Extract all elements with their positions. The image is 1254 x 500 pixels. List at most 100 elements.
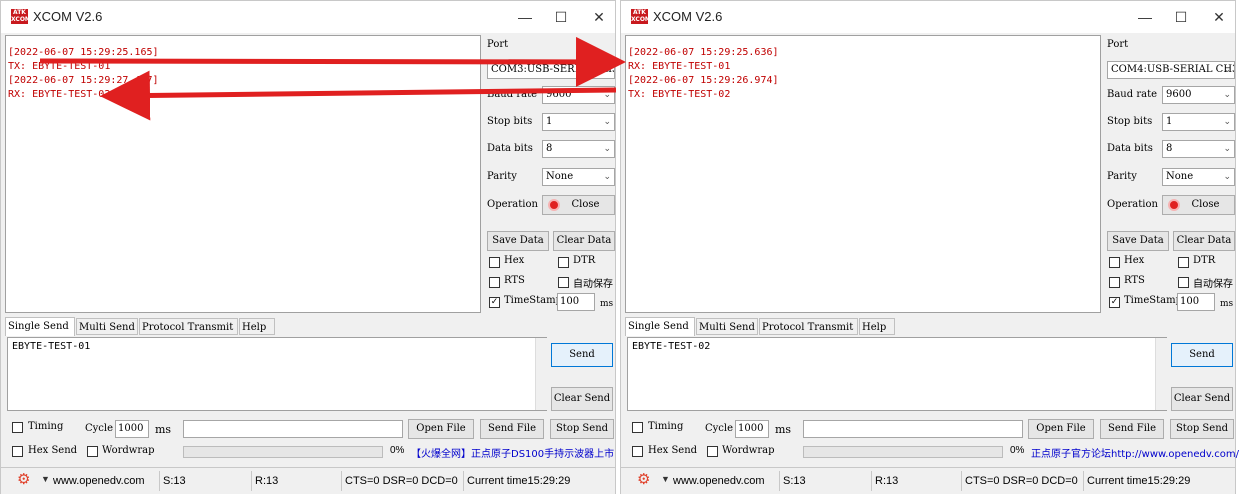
hex-checkbox[interactable] — [489, 257, 500, 268]
minimize-icon[interactable]: — — [511, 7, 539, 27]
dtr-checkbox[interactable] — [1178, 257, 1189, 268]
title-bar: ATK XCOM XCOM V2.6 — ☐ ✕ — [621, 1, 1235, 33]
hex-checkbox[interactable] — [1109, 257, 1120, 268]
promo-link[interactable]: 正点原子官方论坛http://www.openedv.com/ — [1031, 445, 1239, 460]
port-select[interactable]: COM3:USB-SERIAL CH340⌄ — [487, 61, 615, 79]
data-bits-select[interactable]: 8 ⌄ — [1162, 140, 1235, 158]
wordwrap-checkbox[interactable] — [87, 446, 98, 457]
baud-select[interactable]: 9600 ⌄ — [1162, 86, 1235, 104]
stop-send-button[interactable]: Stop Send — [550, 419, 614, 439]
status-website[interactable]: www.openedv.com — [49, 471, 160, 491]
baud-select[interactable]: 9600 ⌄ — [542, 86, 615, 104]
tab-help[interactable]: Help — [239, 318, 275, 335]
open-file-button[interactable]: Open File — [1028, 419, 1094, 439]
receive-area[interactable]: [2022-06-07 15:29:25.636] RX: EBYTE-TEST-… — [625, 35, 1101, 313]
receive-area[interactable]: [2022-06-07 15:29:25.165] TX: EBYTE-TEST-… — [5, 35, 481, 313]
tab-protocol-transmit[interactable]: Protocol Transmit — [139, 318, 238, 335]
cycle-input[interactable]: 1000 — [735, 420, 769, 438]
parity-select[interactable]: None ⌄ — [542, 168, 615, 186]
timing-checkbox[interactable] — [12, 422, 23, 433]
clear-send-button[interactable]: Clear Send — [551, 387, 613, 411]
send-input[interactable]: EBYTE-TEST-01 — [7, 337, 547, 411]
chevron-down-icon: ⌄ — [603, 90, 611, 100]
send-file-button[interactable]: Send File — [1100, 419, 1164, 439]
chevron-down-icon: ⌄ — [603, 65, 611, 75]
status-current-time: Current time15:29:29 — [467, 475, 571, 487]
dtr-label: DTR — [1193, 255, 1216, 266]
settings-panel: Port COM3:USB-SERIAL CH340⌄ Baud rate 96… — [487, 35, 615, 315]
rts-checkbox[interactable] — [1109, 277, 1120, 288]
data-bits-label: Data bits — [487, 143, 533, 154]
timestamp-input[interactable]: 100 — [1177, 293, 1215, 311]
gear-icon[interactable]: ⚙ — [17, 472, 33, 488]
stop-send-button[interactable]: Stop Send — [1170, 419, 1234, 439]
autosave-label: 自动保存 — [1193, 279, 1233, 290]
timestamp-input[interactable]: 100 — [557, 293, 595, 311]
tab-multi-send[interactable]: Multi Send — [696, 318, 758, 335]
autosave-checkbox[interactable] — [558, 277, 569, 288]
status-website[interactable]: www.openedv.com — [669, 471, 780, 491]
maximize-icon[interactable]: ☐ — [547, 7, 575, 27]
gear-icon[interactable]: ⚙ — [637, 472, 653, 488]
send-scrollbar[interactable] — [1155, 338, 1168, 410]
promo-link[interactable]: 【火爆全网】正点原子DS100手持示波器上市 — [411, 445, 614, 460]
wordwrap-label: Wordwrap — [102, 445, 155, 456]
timing-checkbox[interactable] — [632, 422, 643, 433]
cycle-input[interactable]: 1000 — [115, 420, 149, 438]
receive-line: TX: EBYTE-TEST-01 — [8, 61, 111, 72]
port-select[interactable]: COM4:USB-SERIAL CH340⌄ — [1107, 61, 1235, 79]
save-data-button[interactable]: Save Data — [1107, 231, 1169, 251]
progress-percent: 0% — [1010, 445, 1025, 456]
close-icon[interactable]: ✕ — [1205, 7, 1233, 27]
send-button[interactable]: Send — [1171, 343, 1233, 367]
send-button[interactable]: Send — [551, 343, 613, 367]
status-received-count: R:13 — [251, 471, 342, 491]
tab-single-send[interactable]: Single Send — [625, 317, 695, 336]
send-scrollbar[interactable] — [535, 338, 548, 410]
hex-send-checkbox[interactable] — [12, 446, 23, 457]
timestamp-checkbox[interactable]: ✓ — [1109, 297, 1120, 308]
stop-bits-select[interactable]: 1 ⌄ — [1162, 113, 1235, 131]
operation-label: Operation — [1107, 199, 1158, 210]
clear-data-button[interactable]: Clear Data — [553, 231, 615, 251]
timestamp-ms-label: ms — [1220, 299, 1234, 309]
parity-label: Parity — [487, 171, 517, 182]
hex-send-checkbox[interactable] — [632, 446, 643, 457]
file-path-input[interactable] — [803, 420, 1023, 438]
stop-bits-select[interactable]: 1 ⌄ — [542, 113, 615, 131]
send-input[interactable]: EBYTE-TEST-02 — [627, 337, 1167, 411]
chevron-down-icon: ⌄ — [1223, 90, 1231, 100]
clear-data-button[interactable]: Clear Data — [1173, 231, 1235, 251]
file-path-input[interactable] — [183, 420, 403, 438]
autosave-checkbox[interactable] — [1178, 277, 1189, 288]
window-title: XCOM V2.6 — [653, 9, 723, 24]
parity-label: Parity — [1107, 171, 1137, 182]
minimize-icon[interactable]: — — [1131, 7, 1159, 27]
hex-label: Hex — [504, 255, 525, 266]
tab-protocol-transmit[interactable]: Protocol Transmit — [759, 318, 858, 335]
tab-help[interactable]: Help — [859, 318, 895, 335]
timestamp-label: TimeStamp — [504, 295, 562, 306]
tab-single-send[interactable]: Single Send — [5, 317, 75, 336]
tab-multi-send[interactable]: Multi Send — [76, 318, 138, 335]
chevron-down-icon: ⌄ — [603, 144, 611, 154]
rts-checkbox[interactable] — [489, 277, 500, 288]
data-bits-select[interactable]: 8 ⌄ — [542, 140, 615, 158]
wordwrap-checkbox[interactable] — [707, 446, 718, 457]
dtr-checkbox[interactable] — [558, 257, 569, 268]
close-port-button[interactable]: Close — [1162, 195, 1235, 215]
settings-panel: Port COM4:USB-SERIAL CH340⌄ Baud rate 96… — [1107, 35, 1235, 315]
parity-select[interactable]: None ⌄ — [1162, 168, 1235, 186]
chevron-down-icon: ⌄ — [1223, 144, 1231, 154]
status-sent-count: S:13 — [159, 471, 252, 491]
open-file-button[interactable]: Open File — [408, 419, 474, 439]
title-bar: ATK XCOM XCOM V2.6 — ☐ ✕ — [1, 1, 615, 33]
maximize-icon[interactable]: ☐ — [1167, 7, 1195, 27]
close-icon[interactable]: ✕ — [585, 7, 613, 27]
close-port-button[interactable]: Close — [542, 195, 615, 215]
timestamp-checkbox[interactable]: ✓ — [489, 297, 500, 308]
clear-send-button[interactable]: Clear Send — [1171, 387, 1233, 411]
save-data-button[interactable]: Save Data — [487, 231, 549, 251]
timing-label: Timing — [648, 421, 684, 432]
send-file-button[interactable]: Send File — [480, 419, 544, 439]
